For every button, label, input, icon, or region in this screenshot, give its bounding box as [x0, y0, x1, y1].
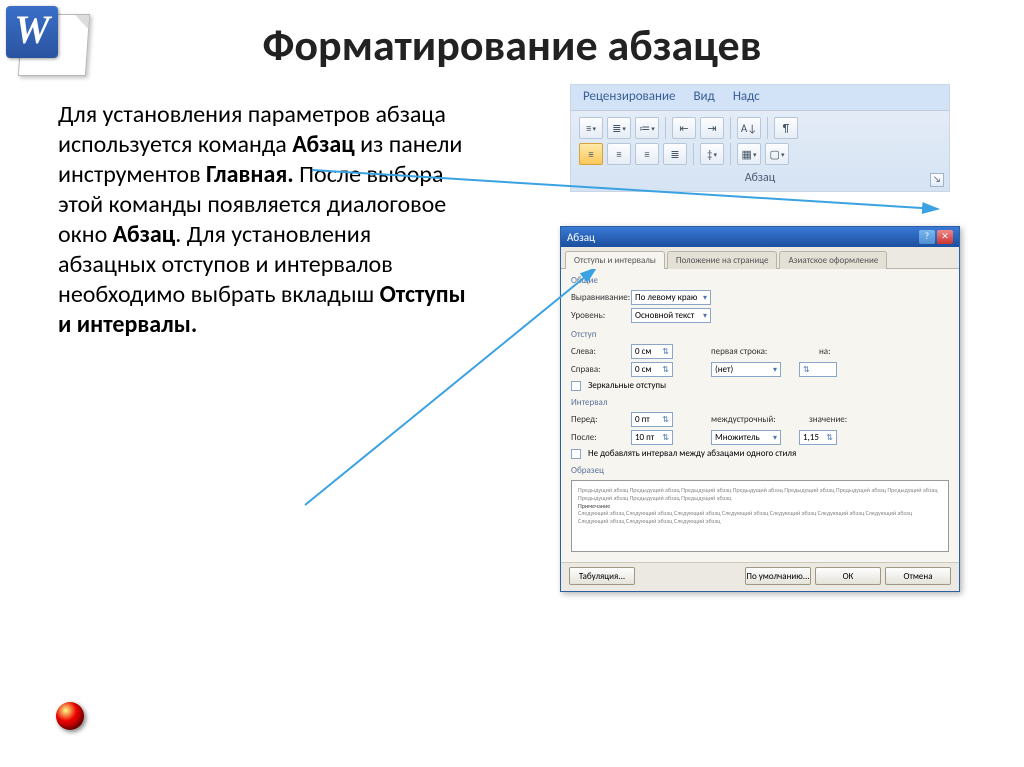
cancel-button[interactable]: Отмена	[885, 567, 951, 585]
body-text: Для установления параметров абзаца испол…	[58, 100, 468, 340]
bullets-icon[interactable]: ≡▾	[579, 117, 603, 139]
tabs-button[interactable]: Табуляция...	[569, 567, 635, 585]
preview-next: Следующий абзац Следующий абзац Следующи…	[578, 510, 942, 526]
preview-prev: Предыдущий абзац Предыдущий абзац Предыд…	[578, 487, 942, 503]
align-right-icon[interactable]: ≡	[635, 143, 659, 165]
mirror-checkbox[interactable]	[571, 381, 581, 391]
paragraph-dialog: Абзац ? ✕ Отступы и интервалы Положение …	[560, 226, 960, 592]
justify-icon[interactable]: ≣	[663, 143, 687, 165]
decrease-indent-icon[interactable]: ⇤	[672, 117, 696, 139]
ribbon-tab-view[interactable]: Вид	[693, 89, 714, 104]
value-spinner[interactable]: 1,15	[799, 430, 837, 445]
nav-bullet-icon[interactable]	[56, 702, 84, 730]
help-icon[interactable]: ?	[919, 230, 935, 244]
numbering-icon[interactable]: ≣▾	[607, 117, 631, 139]
value-label: значение:	[809, 414, 847, 425]
borders-icon[interactable]: ▢▾	[765, 143, 789, 165]
line-spacing-icon[interactable]: ‡▾	[700, 143, 724, 165]
slide-title: Форматирование абзацев	[0, 18, 1024, 72]
sort-icon[interactable]: A↓	[737, 117, 761, 139]
ok-button[interactable]: ОК	[815, 567, 881, 585]
tab-page-position[interactable]: Положение на странице	[667, 251, 778, 269]
firstline-dropdown[interactable]: (нет)	[711, 362, 781, 377]
before-spinner[interactable]: 0 пт	[631, 412, 673, 427]
after-spinner[interactable]: 10 пт	[631, 430, 673, 445]
ribbon-tab-addins[interactable]: Надс	[733, 89, 760, 104]
default-button[interactable]: По умолчанию...	[745, 567, 811, 585]
dialog-launcher-icon[interactable]: ↘	[930, 173, 944, 187]
level-label: Уровень:	[571, 310, 627, 321]
nosame-checkbox[interactable]	[571, 449, 581, 459]
linesp-dropdown[interactable]: Множитель	[711, 430, 781, 445]
align-center-icon[interactable]: ≡	[607, 143, 631, 165]
before-label: Перед:	[571, 414, 627, 425]
preview-box: Предыдущий абзац Предыдущий абзац Предыд…	[571, 480, 949, 552]
section-preview: Образец	[571, 465, 949, 476]
left-spinner[interactable]: 0 см	[631, 344, 673, 359]
ribbon-group-label: Абзац	[579, 169, 941, 189]
firstline-label: первая строка:	[711, 346, 781, 357]
close-icon[interactable]: ✕	[937, 230, 953, 244]
section-general: Общие	[571, 275, 949, 286]
tab-asian[interactable]: Азиатское оформление	[779, 251, 887, 269]
section-indent: Отступ	[571, 329, 949, 340]
right-label: Справа:	[571, 364, 627, 375]
after-label: После:	[571, 432, 627, 443]
linesp-label: междустрочный:	[711, 414, 781, 425]
section-spacing: Интервал	[571, 397, 949, 408]
shading-icon[interactable]: ▦▾	[737, 143, 761, 165]
level-dropdown[interactable]: Основной текст	[631, 308, 711, 323]
increase-indent-icon[interactable]: ⇥	[700, 117, 724, 139]
nosame-label: Не добавлять интервал между абзацами одн…	[588, 448, 796, 459]
align-dropdown[interactable]: По левому краю	[631, 290, 711, 305]
by-label: на:	[819, 346, 831, 357]
by-spinner[interactable]	[799, 362, 837, 377]
align-label: Выравнивание:	[571, 292, 627, 303]
ribbon-paragraph-group: Рецензирование Вид Надс ≡▾ ≣▾ ≔▾ ⇤ ⇥ A↓ …	[570, 84, 950, 192]
ribbon-tab-review[interactable]: Рецензирование	[583, 89, 675, 104]
right-spinner[interactable]: 0 см	[631, 362, 673, 377]
tab-indents[interactable]: Отступы и интервалы	[565, 251, 665, 269]
multilevel-icon[interactable]: ≔▾	[635, 117, 659, 139]
mirror-label: Зеркальные отступы	[588, 380, 666, 391]
left-label: Слева:	[571, 346, 627, 357]
show-marks-icon[interactable]: ¶	[774, 117, 798, 139]
align-left-icon[interactable]: ≡	[579, 143, 603, 165]
dialog-title: Абзац	[567, 231, 595, 244]
